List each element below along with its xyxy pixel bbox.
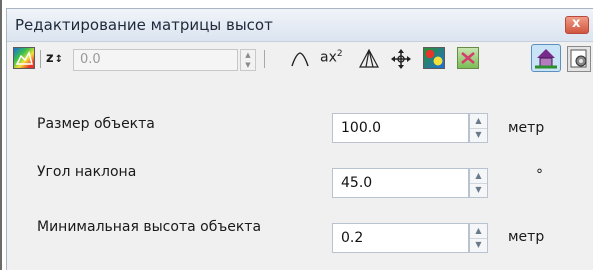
min-object-height-label: Минимальная высота объекта [37,219,262,235]
object-size-label: Размер объекта [37,116,155,132]
z-value-input[interactable]: 0.0 [73,49,238,71]
spin-up-icon[interactable]: ▲ [470,114,487,129]
house-tool-button[interactable] [531,44,561,72]
flatten-icon[interactable] [457,47,479,69]
house-icon [535,49,557,69]
terrain-color-icon[interactable] [423,47,445,69]
window-title: Редактирование матрицы высот [15,16,273,34]
close-button[interactable]: x [565,16,589,34]
quadratic-ax2-icon[interactable]: ax2 [320,49,343,66]
z-label: z↕ [46,51,63,66]
toolbar-separator [40,50,41,68]
peak-icon[interactable] [290,50,312,72]
settings-icon[interactable] [567,46,591,72]
spin-down-icon[interactable]: ▼ [470,128,487,142]
height-matrix-editor-window: Редактирование матрицы высот x z↕ 0.0 ▲ … [6,8,593,270]
heightmap-icon[interactable] [13,47,35,69]
slope-angle-unit: ° [536,167,543,183]
spin-down-icon[interactable]: ▼ [241,60,255,70]
spin-up-icon[interactable]: ▲ [241,50,255,60]
z-arrows-icon: ↕ [54,54,63,65]
z-value-spinner[interactable]: ▲ ▼ [240,49,256,71]
object-size-spinner[interactable]: ▲ ▼ [469,113,488,143]
min-object-height-unit: метр [508,229,545,245]
slope-angle-label: Угол наклона [37,164,137,180]
slope-angle-input[interactable]: 45.0 [332,168,469,198]
min-object-height-spinner[interactable]: ▲ ▼ [469,223,488,253]
z-letter: z [46,51,54,66]
object-size-input[interactable]: 100.0 [332,113,469,143]
spin-up-icon[interactable]: ▲ [470,224,487,239]
toolbar-separator [264,50,265,68]
ax2-base: ax [320,49,337,66]
spin-down-icon[interactable]: ▼ [470,238,487,252]
spin-down-icon[interactable]: ▼ [470,183,487,197]
spin-up-icon[interactable]: ▲ [470,169,487,184]
ax2-exponent: 2 [336,49,343,59]
object-size-unit: метр [508,120,545,136]
title-bar[interactable]: Редактирование матрицы высот x [7,9,593,42]
toolbar: z↕ 0.0 ▲ ▼ ax2 [7,42,593,76]
move-icon[interactable] [390,48,412,70]
slope-angle-spinner[interactable]: ▲ ▼ [469,168,488,198]
close-icon: x [572,16,581,31]
min-object-height-input[interactable]: 0.2 [332,223,469,253]
left-window-edge [0,0,2,270]
pyramid-icon[interactable] [358,48,380,70]
